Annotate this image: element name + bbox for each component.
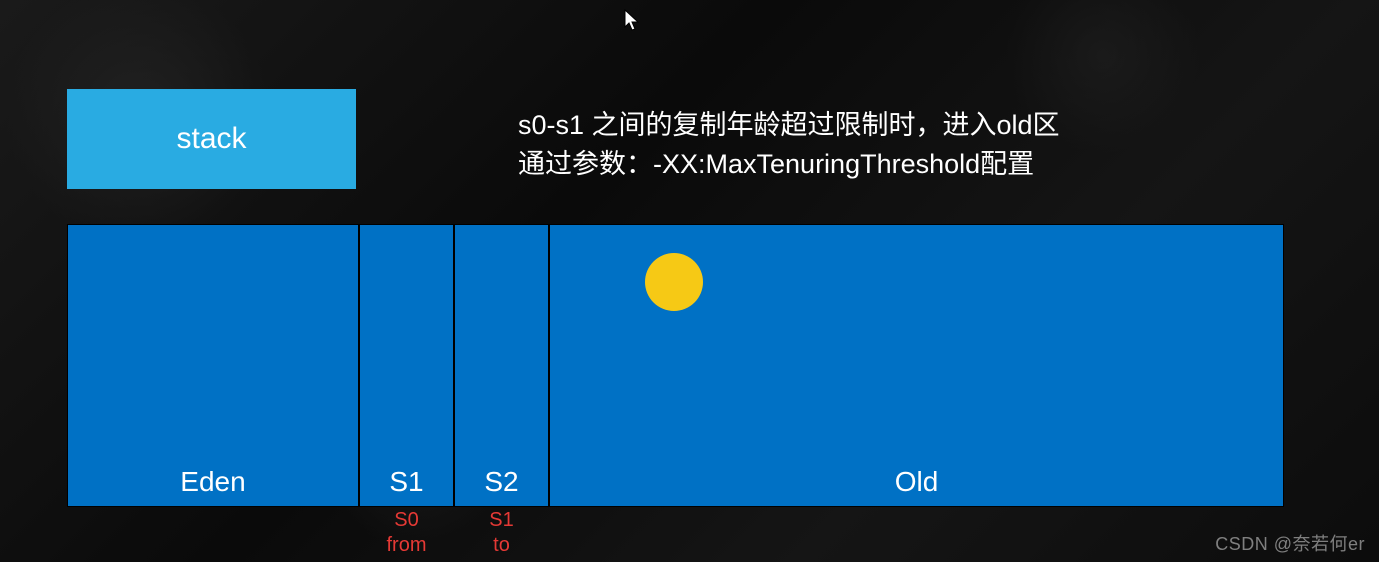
s2-sublabel: S1 to xyxy=(455,506,548,558)
object-circle-icon xyxy=(645,253,703,311)
heap-diagram: Eden S1 S0 from S2 S1 to Old xyxy=(67,224,1284,507)
description-line2: 通过参数：-XX:MaxTenuringThreshold配置 xyxy=(518,145,1060,184)
stack-box: stack xyxy=(67,89,356,189)
s2-sub-bottom: to xyxy=(455,533,548,558)
s2-sub-top: S1 xyxy=(455,508,548,533)
description-text: s0-s1 之间的复制年龄超过限制时，进入old区 通过参数：-XX:MaxTe… xyxy=(518,106,1060,184)
survivor2-region: S2 S1 to xyxy=(454,224,549,507)
old-region: Old xyxy=(549,224,1284,507)
cursor-icon xyxy=(624,9,640,33)
eden-label: Eden xyxy=(68,466,358,498)
eden-region: Eden xyxy=(67,224,359,507)
s1-sublabel: S0 from xyxy=(360,506,453,558)
watermark-text: CSDN @奈若何er xyxy=(1215,530,1365,556)
s1-label: S1 xyxy=(360,466,453,498)
s1-sub-top: S0 xyxy=(360,508,453,533)
survivor1-region: S1 S0 from xyxy=(359,224,454,507)
s1-sub-bottom: from xyxy=(360,533,453,558)
old-label: Old xyxy=(550,466,1283,498)
stack-label: stack xyxy=(176,122,246,156)
s2-label: S2 xyxy=(455,466,548,498)
description-line1: s0-s1 之间的复制年龄超过限制时，进入old区 xyxy=(518,106,1060,145)
